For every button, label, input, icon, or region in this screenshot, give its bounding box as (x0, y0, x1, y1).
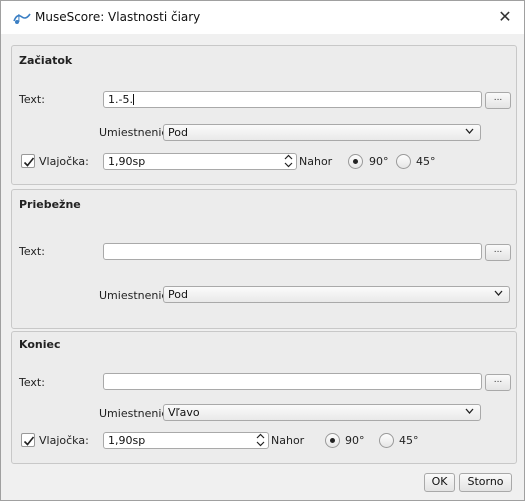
close-button[interactable]: ✕ (494, 7, 516, 27)
begin-text-browse-button[interactable]: ... (485, 92, 511, 109)
musescore-app-icon (13, 11, 31, 25)
continue-placement-select[interactable]: Pod (163, 286, 510, 303)
begin-hook-checkbox[interactable] (21, 154, 35, 168)
begin-angle-90-radio[interactable] (348, 154, 363, 169)
begin-angle-90-label: 90° (369, 155, 389, 168)
end-placement-label: Umiestnenie: (99, 407, 172, 420)
ok-button[interactable]: OK (424, 473, 455, 492)
text-cursor (132, 94, 134, 105)
begin-angle-45-radio[interactable] (396, 154, 411, 169)
chevron-down-icon (465, 406, 474, 420)
begin-text-value: 1.-5. (108, 93, 133, 106)
continue-text-label: Text: (19, 245, 45, 258)
begin-text-label: Text: (19, 93, 45, 106)
chevron-down-icon (494, 288, 503, 302)
title-bar: MuseScore: Vlastnosti čiary ✕ (1, 1, 524, 34)
end-section-title: Koniec (19, 338, 61, 351)
window-title: MuseScore: Vlastnosti čiary (35, 10, 201, 24)
continue-section-title: Priebežne (19, 198, 81, 211)
begin-placement-label: Umiestnenie: (99, 126, 172, 139)
continue-text-browse-button[interactable]: ... (485, 244, 511, 261)
chevron-down-icon (465, 126, 474, 140)
spin-arrows-icon[interactable] (256, 433, 265, 449)
end-text-label: Text: (19, 376, 45, 389)
end-text-browse-button[interactable]: ... (485, 374, 511, 391)
end-angle-90-label: 90° (345, 434, 365, 447)
end-placement-select[interactable]: Vľavo (163, 404, 481, 421)
continue-placement-value: Pod (168, 288, 188, 301)
end-placement-value: Vľavo (168, 406, 200, 419)
begin-hook-height-spinbox[interactable]: 1,90sp (103, 153, 297, 170)
begin-section: Začiatok Text: 1.-5. ... Umiestnenie: Po… (11, 45, 517, 185)
continue-text-input[interactable] (103, 243, 482, 260)
end-hook-checkbox[interactable] (21, 433, 35, 447)
begin-hook-label: Vlajočka: (39, 155, 89, 168)
spin-arrows-icon[interactable] (284, 154, 293, 170)
cancel-button[interactable]: Storno (459, 473, 512, 492)
begin-hook-height-value: 1,90sp (108, 155, 146, 168)
end-hook-height-spinbox[interactable]: 1,90sp (103, 432, 269, 449)
begin-angle-45-label: 45° (416, 155, 436, 168)
end-angle-90-radio[interactable] (325, 433, 340, 448)
end-hook-label: Vlajočka: (39, 434, 89, 447)
begin-placement-value: Pod (168, 126, 188, 139)
continue-placement-label: Umiestnenie: (99, 289, 172, 302)
end-angle-45-radio[interactable] (379, 433, 394, 448)
begin-section-title: Začiatok (19, 54, 73, 67)
begin-hook-up-label: Nahor (299, 155, 333, 168)
end-angle-45-label: 45° (399, 434, 419, 447)
end-hook-up-label: Nahor (271, 434, 305, 447)
line-properties-dialog: MuseScore: Vlastnosti čiary ✕ Začiatok T… (0, 0, 525, 501)
continue-section: Priebežne Text: ... Umiestnenie: Pod (11, 189, 517, 329)
begin-text-input[interactable]: 1.-5. (103, 91, 482, 108)
end-hook-height-value: 1,90sp (108, 434, 146, 447)
begin-placement-select[interactable]: Pod (163, 124, 481, 141)
end-text-input[interactable] (103, 373, 482, 390)
end-section: Koniec Text: ... Umiestnenie: Vľavo Vlaj… (11, 331, 517, 464)
